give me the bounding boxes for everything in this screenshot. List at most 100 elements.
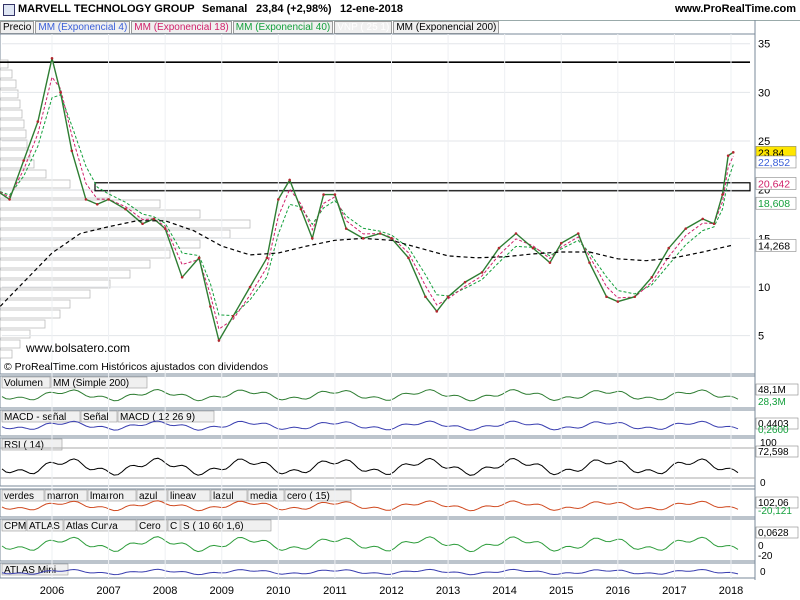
credit-text: © ProRealTime.com Históricos ajustados c… [4, 361, 268, 373]
osc-legend-5: lazul [213, 491, 234, 502]
watermark: www.bolsatero.com [25, 341, 130, 355]
price-point [288, 178, 291, 182]
price-point [378, 232, 382, 235]
price-point [36, 120, 40, 123]
cpm-legend-4: C [170, 521, 177, 532]
volume-profile-bar [0, 299, 71, 309]
price-chart[interactable]: Volumen MM (Simple 200) 48,1M28,3M MACD - s… [0, 0, 800, 600]
x-tick-label: 2012 [379, 585, 403, 597]
rsi-tick-bottom: 0 [760, 478, 766, 489]
volume-profile-bar [0, 269, 131, 279]
volume-profile-bar [0, 329, 31, 339]
price-point [667, 246, 671, 250]
price-point [50, 57, 54, 60]
volume-profile-bar [0, 249, 171, 259]
cpm-legend-3: Cero [139, 521, 161, 532]
volume-profile-bar [0, 309, 61, 319]
x-tick-label: 2015 [549, 585, 573, 597]
price-point [217, 339, 221, 342]
price-point [299, 207, 303, 211]
price-point [59, 91, 62, 94]
price-point [390, 237, 393, 240]
volume-profile-bar [0, 69, 13, 79]
x-tick-label: 2006 [40, 585, 64, 597]
osc-legend-2: lmarron [90, 491, 124, 502]
price-point [548, 261, 552, 264]
price-point [163, 227, 167, 230]
price-point [616, 300, 620, 303]
volume-profile-bar [0, 349, 13, 359]
price-point [310, 237, 314, 240]
y-tick-label: 10 [758, 282, 770, 294]
price-point [322, 193, 325, 196]
price-point [22, 159, 26, 162]
price-point [712, 222, 716, 226]
volume-profile-bar [0, 319, 46, 329]
x-tick-label: 2007 [96, 585, 120, 597]
volume-profile-bar [0, 129, 27, 139]
price-point [152, 217, 156, 221]
osc-legend-0: verdes [4, 491, 34, 502]
volume-value2: 28,3M [758, 397, 786, 408]
volume-profile-bar [0, 189, 111, 199]
x-tick-label: 2016 [606, 585, 630, 597]
atlas-panel [0, 562, 756, 579]
price-point [633, 295, 637, 299]
macd-legend-1: Señal [83, 412, 109, 423]
price-point [559, 241, 563, 245]
price-point [8, 198, 11, 201]
price-point [435, 310, 439, 313]
price-point [361, 237, 365, 240]
price-point [231, 314, 235, 318]
osc-legend-6: media [250, 491, 278, 502]
volume-profile-bar [0, 59, 9, 69]
price-point [197, 256, 201, 260]
price-label: 18,608 [758, 198, 790, 210]
volume-value: 48,1M [758, 385, 786, 396]
price-point [463, 280, 467, 284]
cpm-legend-2: Atlas Curva [66, 521, 118, 532]
rsi-legend-0: RSI ( 14) [4, 440, 44, 451]
cpm-legend-0: CPM [4, 521, 26, 532]
price-point [701, 217, 705, 221]
volume-profile-bar [0, 199, 161, 209]
price-point [70, 149, 74, 153]
volume-profile-bar [0, 209, 201, 219]
price-point [605, 295, 608, 299]
price-point [209, 305, 212, 308]
x-tick-label: 2011 [323, 585, 347, 597]
y-tick-label: 30 [758, 87, 770, 99]
macd-legend-0: MACD - señal [4, 412, 66, 423]
price-point [480, 271, 484, 274]
price-point [588, 261, 591, 264]
volume-profile-bar [0, 89, 19, 99]
volume-profile-bar [0, 79, 17, 89]
cpm-value: 0,0628 [758, 528, 789, 539]
osc-legend-7: cero ( 15) [287, 491, 330, 502]
cpm-legend-1: ATLAS [29, 521, 60, 532]
rsi-panel [0, 437, 756, 487]
atlas-tick: 0 [760, 567, 766, 578]
price-point [731, 151, 735, 154]
price-label: 20,642 [758, 178, 790, 190]
cpm-legend-5: S ( 10 60 1,6) [183, 521, 244, 532]
price-point [446, 295, 450, 299]
x-tick-label: 2017 [662, 585, 686, 597]
price-point [248, 285, 252, 289]
price-point [424, 295, 427, 299]
volume-profile-bar [0, 119, 25, 129]
y-tick-label: 5 [758, 331, 764, 343]
x-tick-label: 2014 [492, 585, 516, 597]
price-point [124, 207, 127, 211]
price-point [721, 193, 724, 196]
price-point [531, 246, 535, 250]
price-point [726, 154, 730, 157]
price-label: 14,268 [758, 240, 790, 252]
volume-profile-bar [0, 339, 21, 349]
price-point [514, 232, 518, 235]
price-point [407, 256, 410, 260]
volume-legend-0: Volumen [4, 378, 43, 389]
cpm-tick-2: -20 [758, 551, 773, 562]
macd-value2: 0,2600 [758, 425, 789, 436]
y-tick-label: 35 [758, 39, 770, 51]
